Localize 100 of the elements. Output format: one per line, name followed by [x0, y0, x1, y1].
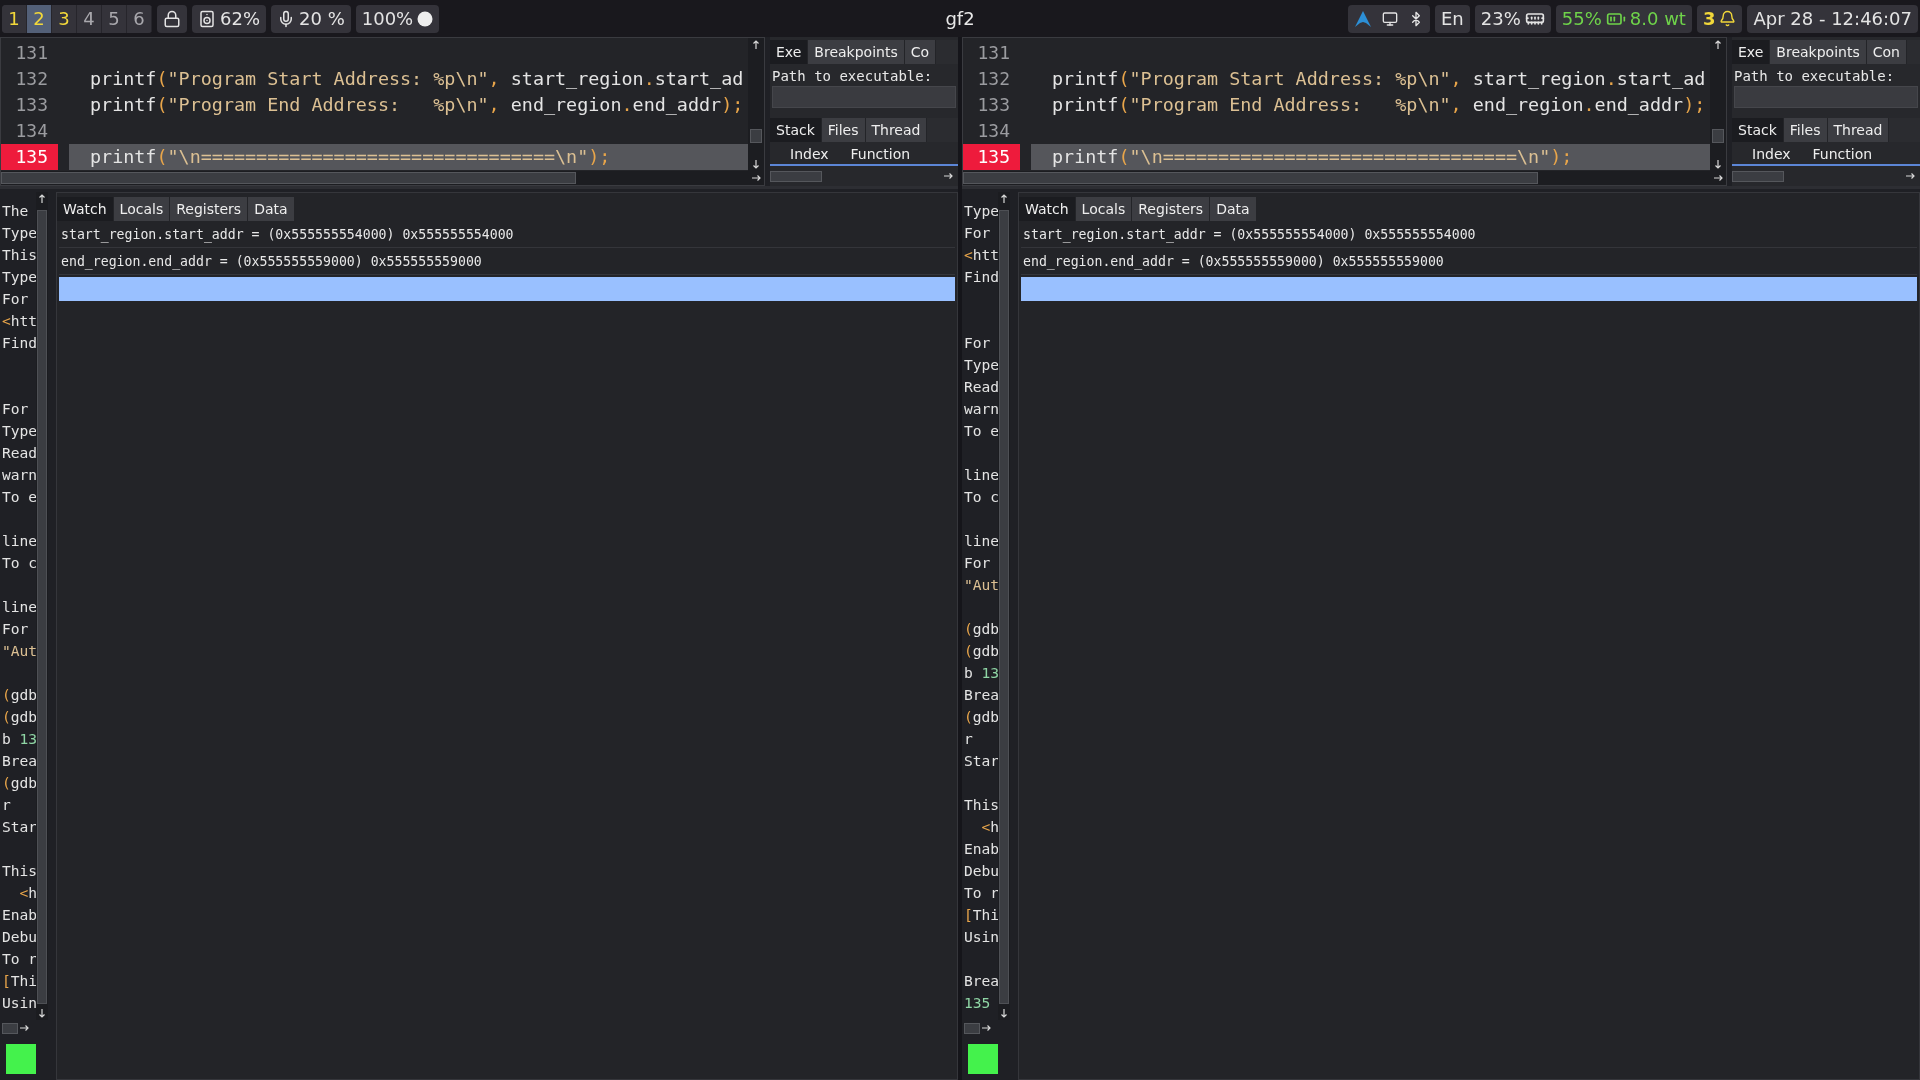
scroll-thumb[interactable] [963, 172, 1538, 184]
scroll-thumb[interactable] [770, 170, 822, 182]
watch-row[interactable]: start_region.start_addr = (0x555555554000) 0x555555554000 [1021, 222, 1917, 248]
vertical-scrollbar[interactable] [1710, 38, 1726, 171]
panel-tab[interactable]: Con [1866, 40, 1907, 64]
scroll-down-icon[interactable] [1000, 1008, 1008, 1018]
watch-row[interactable]: end_region.end_addr = (0x555555559000) 0x555555559000 [59, 249, 955, 275]
panel-tab[interactable]: Locals [1075, 197, 1133, 221]
volume-widget[interactable]: 62% [192, 4, 266, 33]
console-line: To r [1, 949, 36, 969]
workspace-button[interactable]: 1 [2, 4, 27, 33]
panel-tab[interactable]: Data [248, 197, 295, 221]
scroll-thumb[interactable] [2, 1022, 18, 1034]
panel-tab[interactable]: Exe [1732, 40, 1771, 64]
workspace-button[interactable]: 2 [27, 4, 52, 33]
notifications-widget[interactable]: 3 [1696, 4, 1743, 33]
panel-tab[interactable]: Thread [865, 118, 928, 142]
line-number[interactable]: 132 [963, 66, 1020, 92]
scroll-thumb[interactable] [1732, 170, 1784, 182]
scroll-thumb[interactable] [964, 1022, 980, 1034]
console-line: Find [1, 333, 36, 353]
panel-tab[interactable]: Stack [1732, 118, 1784, 142]
console-line: Enab [1, 905, 36, 925]
horizontal-scrollbar[interactable] [1, 171, 764, 185]
scroll-right-icon[interactable] [981, 1024, 991, 1032]
panel-tab[interactable]: Stack [770, 118, 822, 142]
panel-tab[interactable]: Co [904, 40, 937, 64]
scroll-right-icon[interactable] [19, 1024, 29, 1032]
line-number[interactable]: 135 [963, 144, 1020, 170]
line-number[interactable]: 135 [1, 144, 58, 170]
clock[interactable]: Apr 28 - 12:46:07 [1747, 4, 1918, 33]
scroll-thumb[interactable] [750, 129, 762, 143]
scroll-up-icon[interactable] [38, 194, 46, 204]
mountain-logo-icon[interactable] [1353, 9, 1372, 28]
panel-tab[interactable]: Watch [1019, 197, 1076, 221]
path-input-field[interactable] [772, 86, 956, 108]
column-header[interactable]: Function [850, 144, 911, 164]
column-header[interactable]: Index [1752, 144, 1791, 164]
scroll-thumb[interactable] [999, 210, 1009, 1004]
watch-row[interactable]: start_region.start_addr = (0x555555554000) 0x555555554000 [59, 222, 955, 248]
console-line: line [1, 531, 36, 551]
path-label: Path to executable: [1733, 67, 1896, 86]
keyboard-layout[interactable]: En [1434, 4, 1470, 33]
panel-tab[interactable]: Watch [57, 197, 114, 221]
console-line: r [963, 729, 974, 749]
line-number[interactable]: 133 [963, 92, 1020, 118]
console-line: This [1, 245, 36, 265]
horizontal-scrollbar[interactable] [963, 171, 1726, 185]
line-number[interactable]: 133 [1, 92, 58, 118]
scroll-up-icon[interactable] [1000, 194, 1008, 204]
panel-tab[interactable]: Thread [1827, 118, 1890, 142]
scroll-down-icon[interactable] [38, 1008, 46, 1018]
console-line: Brea [1, 751, 36, 771]
scroll-right-icon[interactable] [943, 172, 953, 180]
window-title: gf2 [945, 8, 975, 29]
path-input-field[interactable] [1734, 86, 1918, 108]
monitor-icon[interactable] [1381, 10, 1398, 27]
lock-widget[interactable] [157, 4, 187, 33]
panel-tab[interactable]: Registers [1132, 197, 1211, 221]
console-line: Type [1, 223, 36, 243]
panel-tab[interactable]: Data [1210, 197, 1257, 221]
scroll-right-icon[interactable] [751, 174, 761, 182]
vertical-scrollbar[interactable] [36, 192, 48, 1020]
panel-tab[interactable]: Files [1783, 118, 1828, 142]
scroll-right-icon[interactable] [1905, 172, 1915, 180]
panel-tab[interactable]: Breakpoints [808, 40, 905, 64]
scroll-down-icon[interactable] [1714, 159, 1722, 169]
brightness-widget[interactable]: 100% [355, 4, 440, 33]
watch-row[interactable]: end_region.end_addr = (0x555555559000) 0x555555559000 [1021, 249, 1917, 275]
line-number[interactable]: 134 [1, 118, 58, 144]
microphone-widget[interactable]: 20 % [271, 4, 351, 33]
vertical-scrollbar[interactable] [998, 192, 1010, 1020]
panel-tab[interactable]: Exe [770, 40, 809, 64]
scroll-down-icon[interactable] [752, 159, 760, 169]
line-number[interactable]: 132 [1, 66, 58, 92]
scroll-thumb[interactable] [1712, 129, 1724, 143]
scroll-up-icon[interactable] [752, 40, 760, 50]
panel-tab[interactable]: Breakpoints [1770, 40, 1867, 64]
memory-widget[interactable]: 23% [1474, 4, 1551, 33]
console-line: For [963, 223, 992, 243]
vertical-scrollbar[interactable] [748, 38, 764, 171]
console-line: Debu [963, 861, 998, 881]
volume-level: 62% [220, 8, 260, 29]
panel-tab[interactable]: Locals [113, 197, 171, 221]
panel-tab[interactable]: Registers [170, 197, 249, 221]
column-header[interactable]: Function [1812, 144, 1873, 164]
line-number[interactable]: 131 [1, 40, 58, 66]
battery-widget[interactable]: 55% 8.0 wt [1555, 4, 1692, 33]
brightness-level: 100% [361, 8, 414, 29]
column-header[interactable]: Index [790, 144, 829, 164]
console-line: warn [1, 465, 36, 485]
line-number[interactable]: 131 [963, 40, 1020, 66]
scroll-up-icon[interactable] [1714, 40, 1722, 50]
scroll-right-icon[interactable] [1713, 174, 1723, 182]
console-line: To c [1, 553, 36, 573]
line-number[interactable]: 134 [963, 118, 1020, 144]
console-line: To e [963, 421, 998, 441]
panel-tab[interactable]: Files [821, 118, 866, 142]
scroll-thumb[interactable] [1, 172, 576, 184]
scroll-thumb[interactable] [37, 210, 47, 1004]
